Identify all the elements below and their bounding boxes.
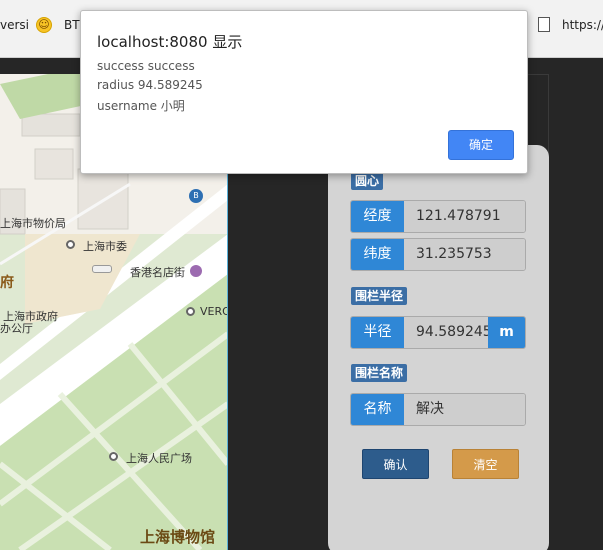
longitude-field[interactable]: 经度 121.478791: [350, 200, 526, 233]
smiley-icon[interactable]: ☺: [36, 17, 52, 33]
document-icon[interactable]: [538, 17, 550, 32]
dialog-message-line-2: radius 94.589245: [97, 78, 203, 92]
dialog-message-line-1: success success: [97, 59, 195, 73]
traffic-light-icon: [92, 265, 112, 273]
clear-button[interactable]: 清空: [452, 449, 519, 479]
map-poi-icon: [109, 452, 118, 461]
map-label-hongkong-street: 香港名店街: [130, 266, 185, 279]
radius-unit: m: [488, 317, 525, 348]
radius-input[interactable]: 94.589245: [404, 317, 488, 348]
dialog-title: localhost:8080 显示: [97, 33, 243, 51]
latitude-input[interactable]: 31.235753: [404, 239, 525, 270]
page: versi ☺ BT https:// 上海市物价局 上海市委 香港名店街 府 …: [0, 0, 603, 550]
fence-name-field[interactable]: 名称 解决: [350, 393, 526, 426]
confirm-button[interactable]: 确认: [362, 449, 429, 479]
dialog-message-line-3: username 小明: [97, 99, 185, 113]
map-poi-icon: [186, 307, 195, 316]
name-section-tag: 围栏名称: [351, 364, 408, 382]
longitude-input[interactable]: 121.478791: [404, 201, 525, 232]
map-label-committee: 上海市委: [83, 240, 127, 253]
alert-dialog: localhost:8080 显示 success success radius…: [80, 10, 528, 174]
map-label-vero: VERO: [200, 305, 228, 318]
map-label-fu: 府: [0, 275, 14, 291]
radius-field[interactable]: 半径 94.589245 m: [350, 316, 526, 349]
dialog-ok-button[interactable]: 确定: [448, 130, 514, 160]
radius-section-tag: 围栏半径: [351, 287, 408, 305]
bookmark-https[interactable]: https://: [562, 18, 603, 32]
bookmark-bt[interactable]: BT: [64, 18, 80, 32]
center-section-tag: 圆心: [351, 172, 384, 190]
latitude-label: 纬度: [351, 239, 404, 270]
shop-icon: [190, 265, 202, 277]
map-label-gov-office-2: 办公厅: [0, 322, 33, 335]
map-label-price-bureau: 上海市物价局: [0, 217, 66, 230]
fence-name-label: 名称: [351, 394, 404, 425]
map-label-museum: 上海博物馆: [140, 528, 216, 546]
map-label-peoples-square: 上海人民广场: [126, 452, 192, 465]
fence-name-input[interactable]: 解决: [404, 394, 525, 425]
bus-stop-icon: B: [189, 189, 203, 203]
bookmark-versi[interactable]: versi: [0, 18, 29, 32]
radius-label: 半径: [351, 317, 404, 348]
map-poi-icon: [66, 240, 75, 249]
longitude-label: 经度: [351, 201, 404, 232]
latitude-field[interactable]: 纬度 31.235753: [350, 238, 526, 271]
